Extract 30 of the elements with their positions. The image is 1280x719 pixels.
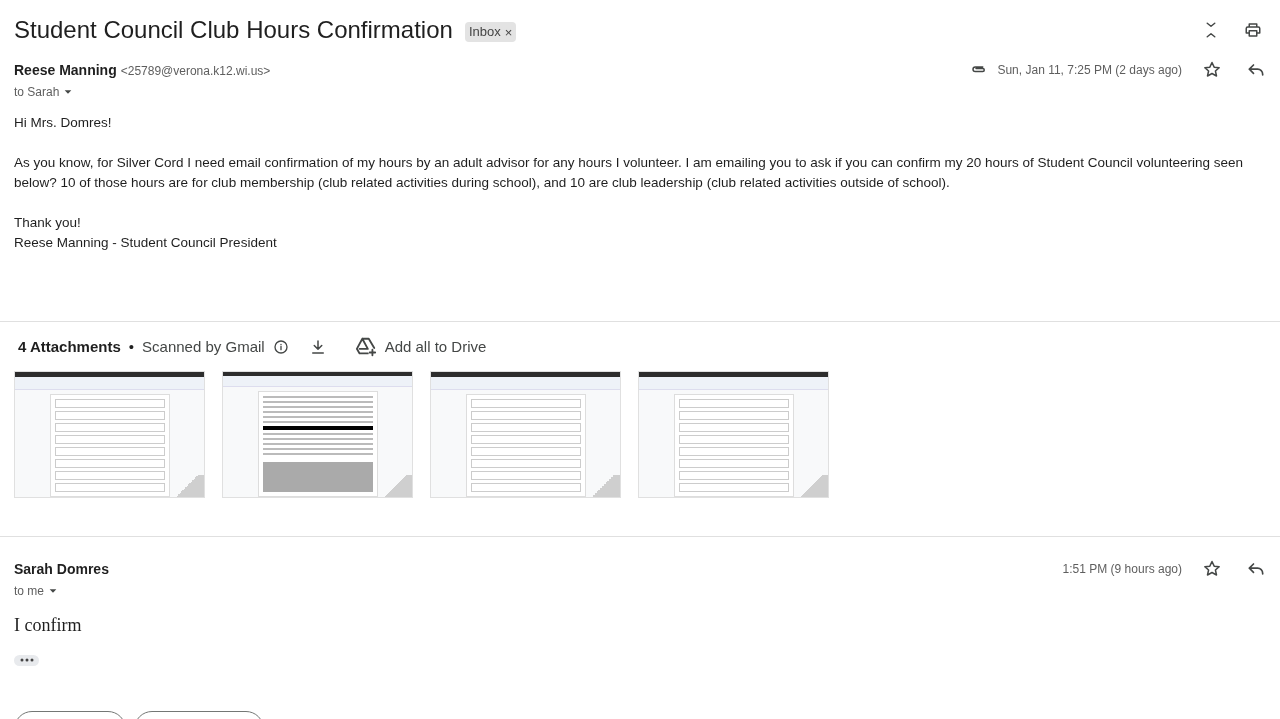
label-text: Inbox [468, 23, 501, 42]
recipients-dropdown[interactable]: to Sarah [14, 83, 271, 101]
document-thumbnail[interactable] [430, 370, 621, 498]
star-icon[interactable] [1202, 558, 1222, 579]
document-thumbnail[interactable] [638, 370, 829, 498]
body-text: Thank you! [14, 214, 82, 232]
drive-add-icon [354, 336, 377, 359]
separator-dot: • [128, 337, 135, 357]
message-date: 1:51 PM (9 hours ago) [1062, 560, 1182, 578]
email-subject: Student Council Club Hours Confirmation [14, 18, 453, 42]
message-date: Sun, Jan 11, 7:25 PM (2 days ago) [997, 62, 1182, 79]
sender-email: <25789@verona.k12.wi.us> [120, 63, 271, 80]
add-to-drive-button[interactable]: Add all to Drive [354, 336, 487, 359]
remove-label-button[interactable]: × [504, 25, 513, 39]
attachments-count: 4 Attachments [18, 337, 121, 357]
star-icon[interactable] [1202, 60, 1222, 80]
ellipsis-icon[interactable] [18, 657, 35, 663]
document-thumbnail[interactable] [222, 370, 413, 498]
sender-name: Reese Manning [14, 61, 117, 80]
sender-name: Sarah Domres [14, 559, 109, 579]
info-icon[interactable] [272, 339, 289, 356]
print-icon[interactable] [1244, 21, 1262, 39]
recipients-dropdown[interactable]: to me [14, 581, 109, 600]
body-text: Reese Manning - Student Council President [14, 234, 278, 252]
document-thumbnail[interactable] [14, 370, 205, 498]
scan-notice: Scanned by Gmail [142, 337, 265, 357]
show-trimmed-content-button[interactable] [14, 654, 39, 666]
body-text: As you know, for Silver Cord I need email confirmation of my hours by an adult advisor for any hours I volunteer. I am emailing you to ask if you can confirm my 20 hours of Student Council volunteering seen below? 10 of those hours are for club membership (club related activities during school), and 10 are club leadership (club related activities outside of school). [14, 154, 1245, 192]
body-text: Hi Mrs. Domres! [14, 114, 113, 132]
body-text: I confirm [14, 613, 83, 637]
